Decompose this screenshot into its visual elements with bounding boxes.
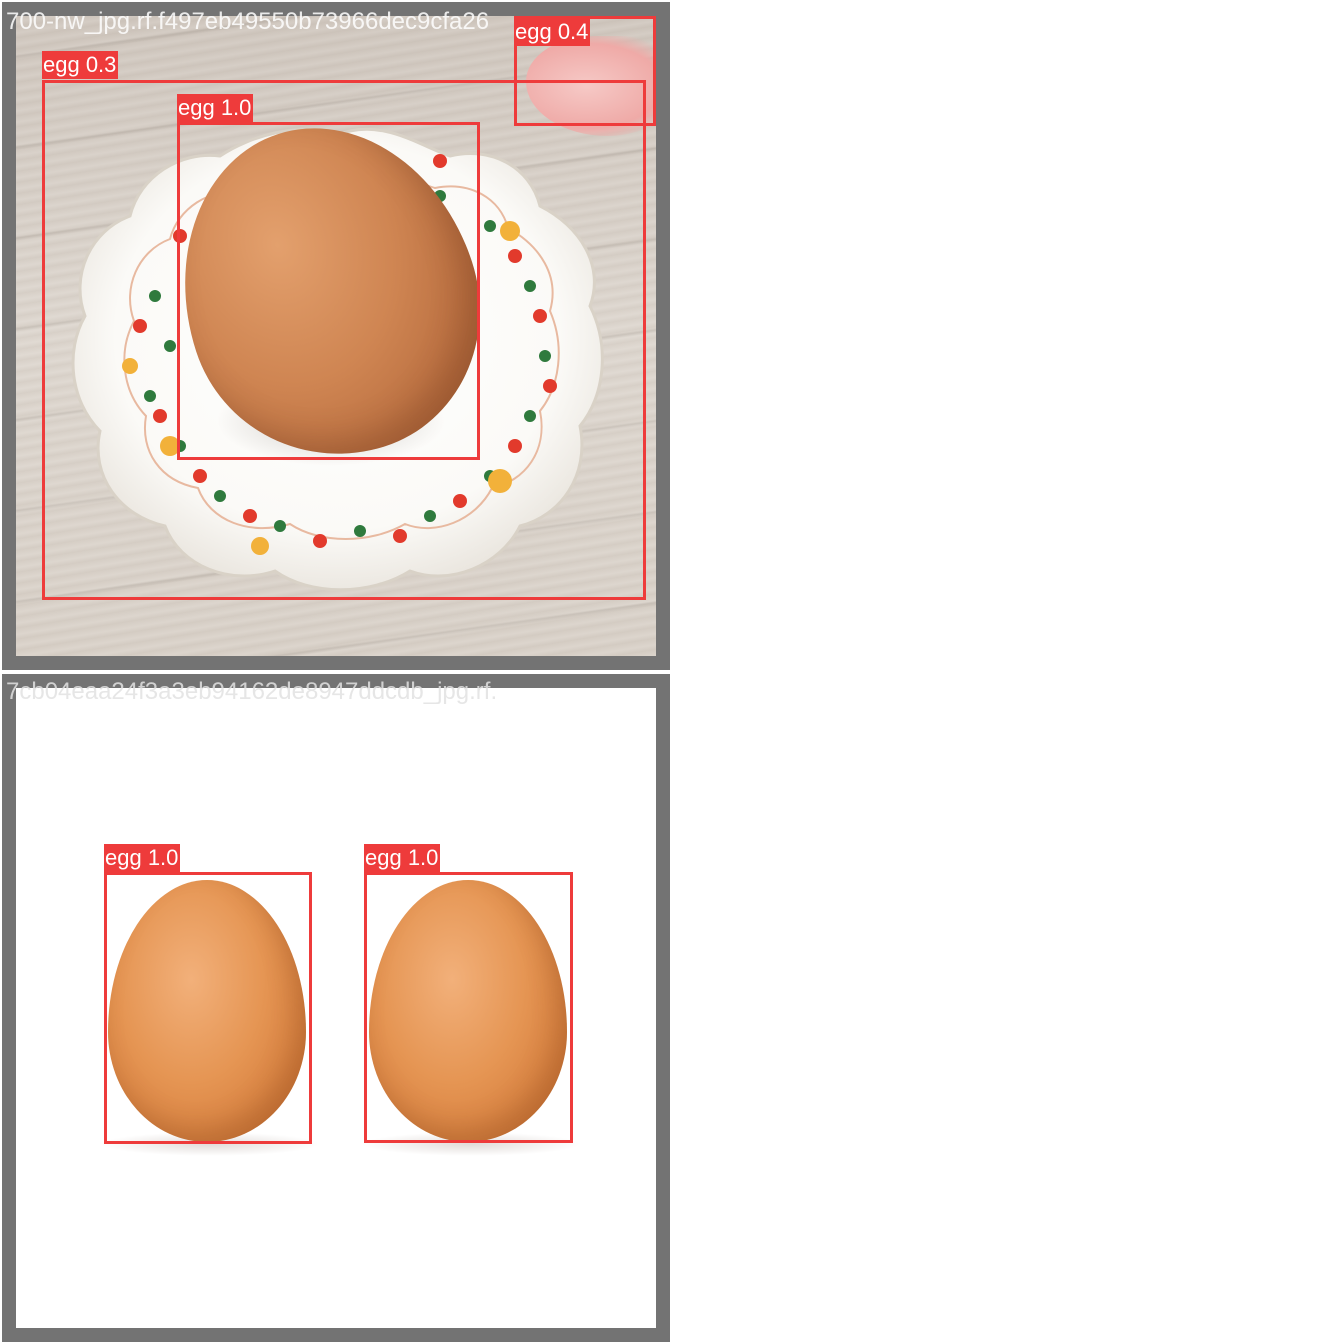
detection-box [364, 872, 573, 1143]
detection-box [177, 122, 480, 460]
prediction-tile-2: 7cb04eaa24f3a3eb94162de8947ddcdb_jpg.rf.… [2, 674, 670, 1342]
image-filename: 7cb04eaa24f3a3eb94162de8947ddcdb_jpg.rf. [6, 678, 498, 705]
detection-label: egg 1.0 [177, 94, 254, 122]
detection-label: egg 0.4 [514, 18, 591, 46]
detection-label: egg 1.0 [104, 844, 181, 872]
detection-box [104, 872, 312, 1144]
image-filename: 700-nw_jpg.rf.f497eb49550b73966dec9cfa26 [6, 8, 490, 35]
detection-label: egg 0.3 [42, 51, 119, 79]
prediction-tile-1: 700-nw_jpg.rf.f497eb49550b73966dec9cfa26… [2, 2, 670, 670]
detection-label: egg 1.0 [364, 844, 441, 872]
